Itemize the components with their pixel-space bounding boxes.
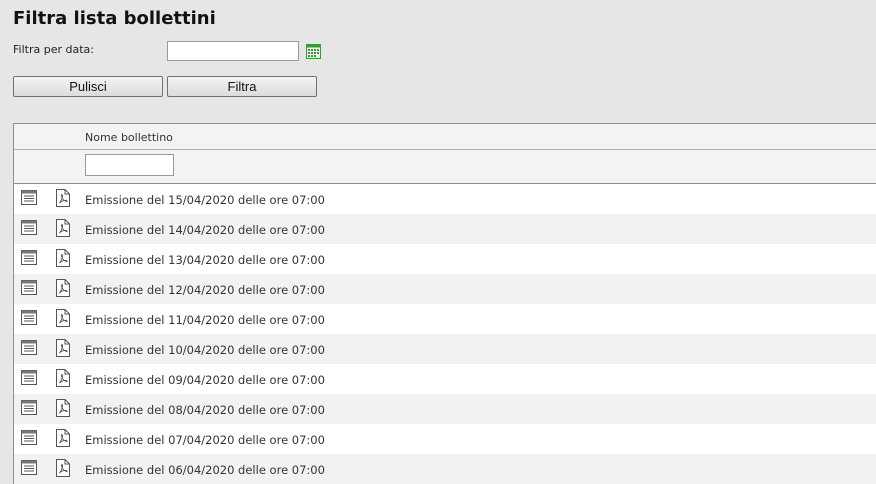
name-filter-input[interactable] (85, 154, 174, 176)
bulletin-name: Emissione del 07/04/2020 delle ore 07:00 (85, 433, 325, 447)
page-title: Filtra lista bollettini (13, 8, 216, 29)
table-row: Emissione del 12/04/2020 delle ore 07:00 (14, 274, 876, 304)
document-list-icon[interactable] (21, 370, 37, 389)
pdf-icon[interactable] (55, 189, 70, 211)
bulletin-name: Emissione del 08/04/2020 delle ore 07:00 (85, 403, 325, 417)
clear-button[interactable]: Pulisci (13, 76, 163, 97)
document-list-icon[interactable] (21, 460, 37, 479)
grid-rows: Emissione del 15/04/2020 delle ore 07:00… (14, 184, 876, 484)
table-row: Emissione del 11/04/2020 delle ore 07:00 (14, 304, 876, 334)
pdf-icon[interactable] (55, 459, 70, 481)
document-list-icon[interactable] (21, 340, 37, 359)
column-header-name[interactable]: Nome bollettino (85, 131, 173, 144)
pdf-icon[interactable] (55, 249, 70, 271)
bulletin-name: Emissione del 14/04/2020 delle ore 07:00 (85, 223, 325, 237)
document-list-icon[interactable] (21, 280, 37, 299)
pdf-icon[interactable] (55, 219, 70, 241)
document-list-icon[interactable] (21, 430, 37, 449)
table-row: Emissione del 09/04/2020 delle ore 07:00 (14, 364, 876, 394)
bulletin-name: Emissione del 09/04/2020 delle ore 07:00 (85, 373, 325, 387)
filter-button[interactable]: Filtra (167, 76, 317, 97)
bulletin-name: Emissione del 13/04/2020 delle ore 07:00 (85, 253, 325, 267)
table-row: Emissione del 07/04/2020 delle ore 07:00 (14, 424, 876, 454)
calendar-icon[interactable] (306, 44, 321, 59)
bulletin-name: Emissione del 15/04/2020 delle ore 07:00 (85, 193, 325, 207)
bulletin-grid: Nome bollettino Emissione del 15/04/2020… (13, 123, 876, 484)
date-filter-label: Filtra per data: (13, 43, 94, 56)
bulletin-name: Emissione del 06/04/2020 delle ore 07:00 (85, 463, 325, 477)
pdf-icon[interactable] (55, 279, 70, 301)
table-row: Emissione del 08/04/2020 delle ore 07:00 (14, 394, 876, 424)
pdf-icon[interactable] (55, 369, 70, 391)
pdf-icon[interactable] (55, 429, 70, 451)
document-list-icon[interactable] (21, 220, 37, 239)
date-filter-input[interactable] (167, 41, 299, 61)
pdf-icon[interactable] (55, 309, 70, 331)
grid-filter-row (14, 150, 876, 184)
table-row: Emissione del 13/04/2020 delle ore 07:00 (14, 244, 876, 274)
document-list-icon[interactable] (21, 310, 37, 329)
table-row: Emissione del 14/04/2020 delle ore 07:00 (14, 214, 876, 244)
table-row: Emissione del 10/04/2020 delle ore 07:00 (14, 334, 876, 364)
bulletin-name: Emissione del 10/04/2020 delle ore 07:00 (85, 343, 325, 357)
bulletin-name: Emissione del 11/04/2020 delle ore 07:00 (85, 313, 325, 327)
document-list-icon[interactable] (21, 400, 37, 419)
pdf-icon[interactable] (55, 339, 70, 361)
grid-header: Nome bollettino (14, 124, 876, 150)
document-list-icon[interactable] (21, 250, 37, 269)
bulletin-name: Emissione del 12/04/2020 delle ore 07:00 (85, 283, 325, 297)
table-row: Emissione del 15/04/2020 delle ore 07:00 (14, 184, 876, 214)
pdf-icon[interactable] (55, 399, 70, 421)
document-list-icon[interactable] (21, 190, 37, 209)
